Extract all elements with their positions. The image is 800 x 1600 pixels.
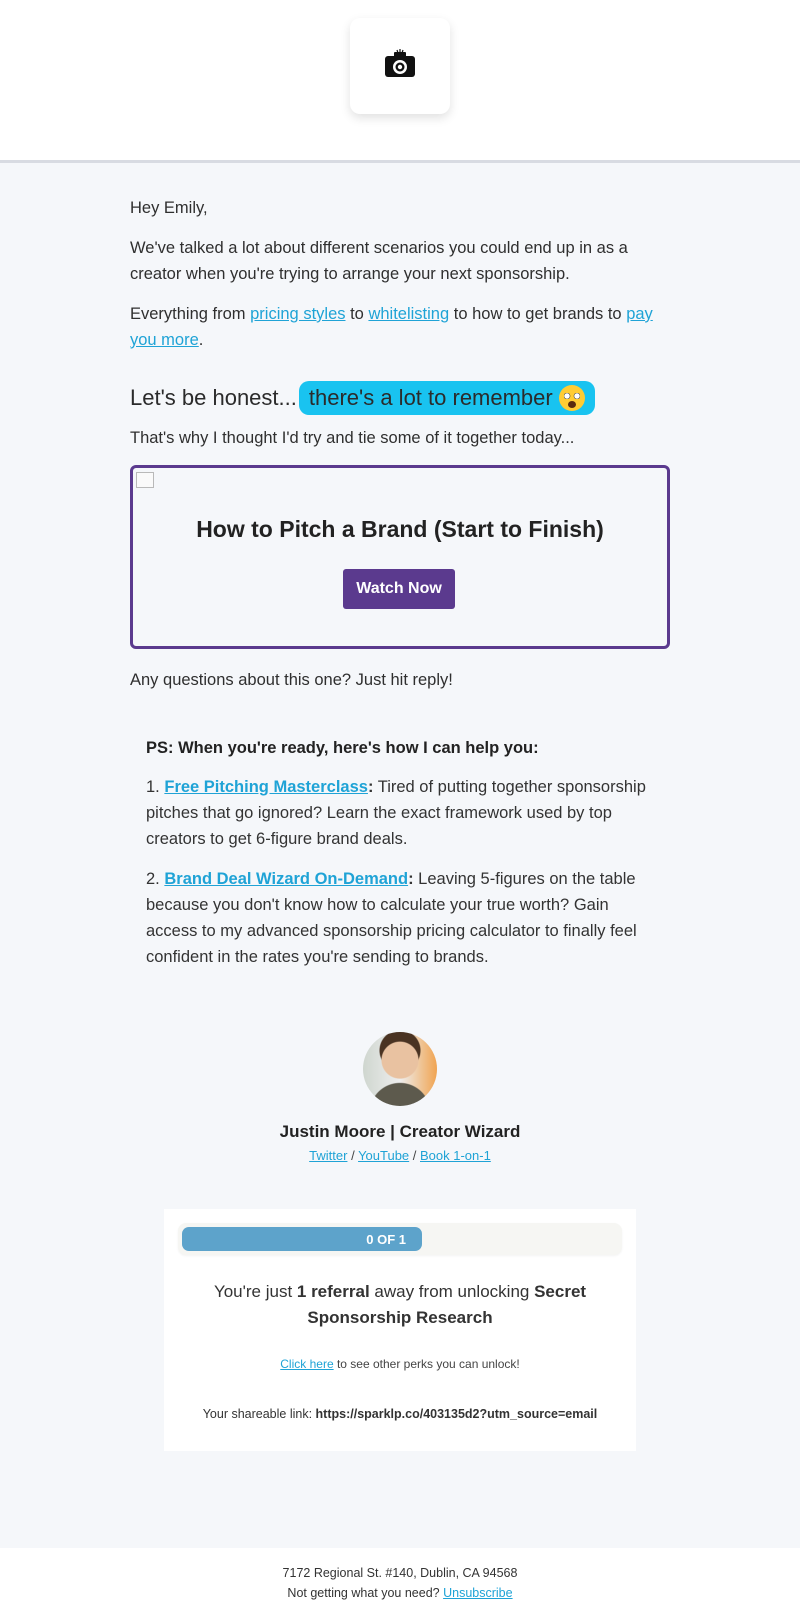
email-body: Hey Emily, We've talked a lot about diff…	[130, 163, 670, 1451]
topics-paragraph: Everything from pricing styles to whitel…	[130, 301, 670, 353]
honest-lead: Let's be honest...	[130, 385, 297, 410]
book-call-link[interactable]: Book 1-on-1	[420, 1148, 491, 1163]
topics-to: to	[345, 305, 369, 323]
exploding-head-icon	[558, 385, 585, 411]
unsubscribe-prefix: Not getting what you need?	[287, 1586, 444, 1600]
twitter-link[interactable]: Twitter	[309, 1148, 347, 1163]
tie-together-text: That's why I thought I'd try and tie som…	[130, 429, 575, 447]
highlight-text: there's a lot to remember	[308, 385, 553, 410]
camera-icon	[383, 48, 417, 84]
referral-count: 1 referral	[296, 1282, 370, 1301]
brand-logo[interactable]	[350, 18, 450, 114]
referral-message: You're just 1 referral away from unlocki…	[188, 1279, 612, 1331]
signature-name: Justin Moore | Creator Wizard	[279, 1122, 521, 1141]
pricing-styles-link[interactable]: pricing styles	[250, 305, 345, 323]
footer-address: 7172 Regional St. #140, Dublin, CA 94568	[282, 1566, 518, 1580]
watch-now-button[interactable]: Watch Now	[343, 569, 455, 609]
link-separator: /	[347, 1148, 359, 1163]
referral-prefix: You're just	[213, 1282, 297, 1301]
progress-fill: 0 OF 1	[182, 1227, 422, 1251]
perks-text: to see other perks you can unlock!	[333, 1357, 520, 1371]
social-links: Twitter / YouTube / Book 1-on-1	[130, 1148, 670, 1163]
highlight-badge: there's a lot to remember	[298, 381, 595, 415]
referral-box: 0 OF 1 You're just 1 referral away from …	[164, 1209, 636, 1451]
ps-item-number: 1.	[146, 778, 165, 796]
share-url[interactable]: https://sparklp.co/403135d2?utm_source=e…	[316, 1407, 598, 1421]
referral-mid: away from unlocking	[369, 1282, 535, 1301]
link-separator: /	[409, 1148, 420, 1163]
questions-text: Any questions about this one? Just hit r…	[130, 671, 453, 689]
free-pitching-masterclass-link[interactable]: Free Pitching Masterclass	[164, 778, 368, 796]
greeting: Hey Emily,	[130, 199, 208, 217]
topics-prefix: Everything from	[130, 305, 251, 323]
video-title: How to Pitch a Brand (Start to Finish)	[196, 516, 604, 542]
ps-item-masterclass: 1. Free Pitching Masterclass: Tired of p…	[146, 774, 654, 852]
video-card[interactable]: How to Pitch a Brand (Start to Finish) W…	[130, 465, 670, 649]
perks-link[interactable]: Click here	[280, 1357, 333, 1371]
email-header	[0, 0, 800, 163]
signature: Justin Moore | Creator Wizard Twitter / …	[130, 1032, 670, 1163]
email-footer: 7172 Regional St. #140, Dublin, CA 94568…	[0, 1548, 800, 1600]
footer-unsubscribe-line: Not getting what you need? Unsubscribe	[0, 1586, 800, 1600]
ps-item-number: 2.	[146, 870, 165, 888]
share-label: Your shareable link:	[202, 1407, 316, 1421]
topics-end: .	[198, 331, 204, 349]
share-line: Your shareable link: https://sparklp.co/…	[178, 1407, 622, 1421]
ps-item-wizard: 2. Brand Deal Wizard On-Demand: Leaving …	[146, 866, 654, 970]
unsubscribe-link[interactable]: Unsubscribe	[443, 1586, 512, 1600]
youtube-link[interactable]: YouTube	[358, 1148, 409, 1163]
ps-section: PS: When you're ready, here's how I can …	[130, 707, 670, 970]
ps-title: PS: When you're ready, here's how I can …	[146, 739, 539, 757]
avatar	[363, 1032, 437, 1106]
honest-heading: Let's be honest... there's a lot to reme…	[130, 381, 670, 415]
whitelisting-link[interactable]: whitelisting	[368, 305, 449, 323]
topics-mid: to how to get brands to	[449, 305, 627, 323]
perks-line: Click here to see other perks you can un…	[178, 1357, 622, 1371]
intro-paragraph: We've talked a lot about different scena…	[130, 239, 628, 283]
broken-image-icon	[136, 472, 154, 488]
referral-progress-bar: 0 OF 1	[178, 1223, 622, 1255]
brand-deal-wizard-link[interactable]: Brand Deal Wizard On-Demand	[164, 870, 408, 888]
